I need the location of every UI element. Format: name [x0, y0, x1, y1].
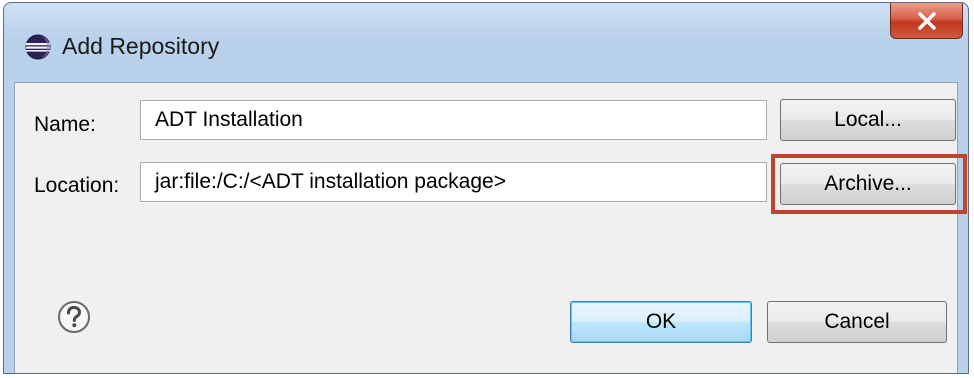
- close-x-icon: [918, 12, 936, 30]
- close-button[interactable]: [890, 3, 963, 39]
- archive-highlight-box: [771, 154, 967, 214]
- name-field[interactable]: ADT Installation: [140, 100, 767, 140]
- cancel-button[interactable]: Cancel: [767, 301, 947, 343]
- title-bar[interactable]: Add Repository: [4, 3, 968, 83]
- local-button[interactable]: Local...: [780, 99, 956, 141]
- location-label: Location:: [34, 174, 120, 197]
- dialog-title: Add Repository: [62, 33, 220, 59]
- name-label: Name:: [34, 113, 96, 136]
- eclipse-icon: [25, 34, 51, 60]
- question-mark-icon[interactable]: [57, 300, 91, 334]
- ok-button[interactable]: OK: [570, 301, 752, 343]
- location-field[interactable]: jar:file:/C:/<ADT installation package>: [140, 162, 767, 202]
